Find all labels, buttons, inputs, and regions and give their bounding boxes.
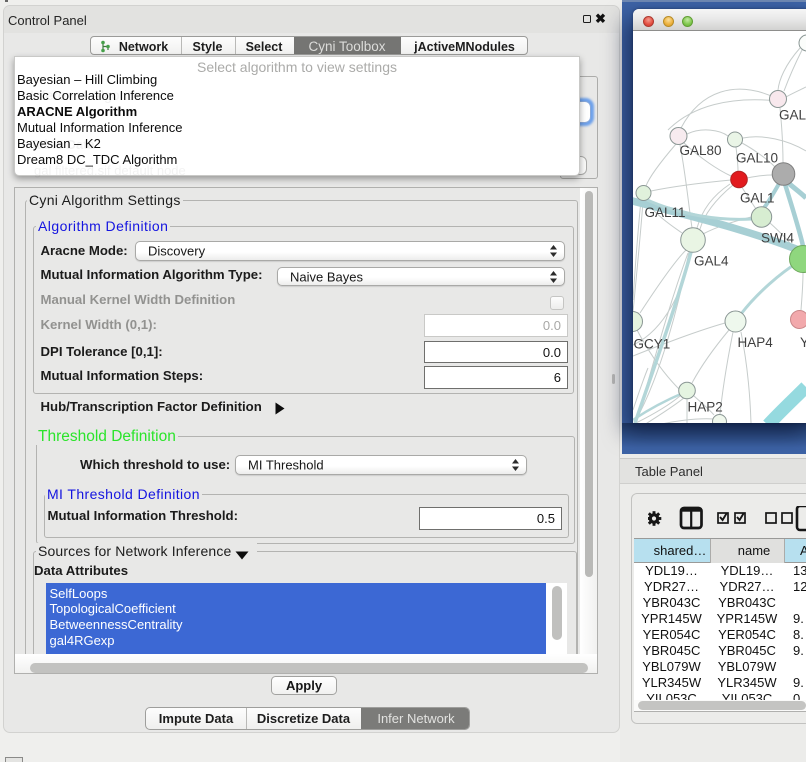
svg-text:GCY1: GCY1 bbox=[634, 337, 671, 352]
svg-text:SWI4: SWI4 bbox=[761, 231, 794, 246]
svg-text:GAL4: GAL4 bbox=[694, 254, 729, 269]
svg-text:GAL10: GAL10 bbox=[736, 151, 778, 166]
svg-text:GAL1: GAL1 bbox=[740, 191, 775, 206]
svg-text:GAL80: GAL80 bbox=[680, 143, 722, 158]
svg-text:HAP4: HAP4 bbox=[738, 335, 774, 350]
svg-text:YM: YM bbox=[800, 335, 806, 350]
svg-text:GAL2: GAL2 bbox=[779, 108, 806, 123]
svg-text:HAP2: HAP2 bbox=[688, 400, 723, 415]
svg-text:GAL11: GAL11 bbox=[645, 205, 686, 220]
